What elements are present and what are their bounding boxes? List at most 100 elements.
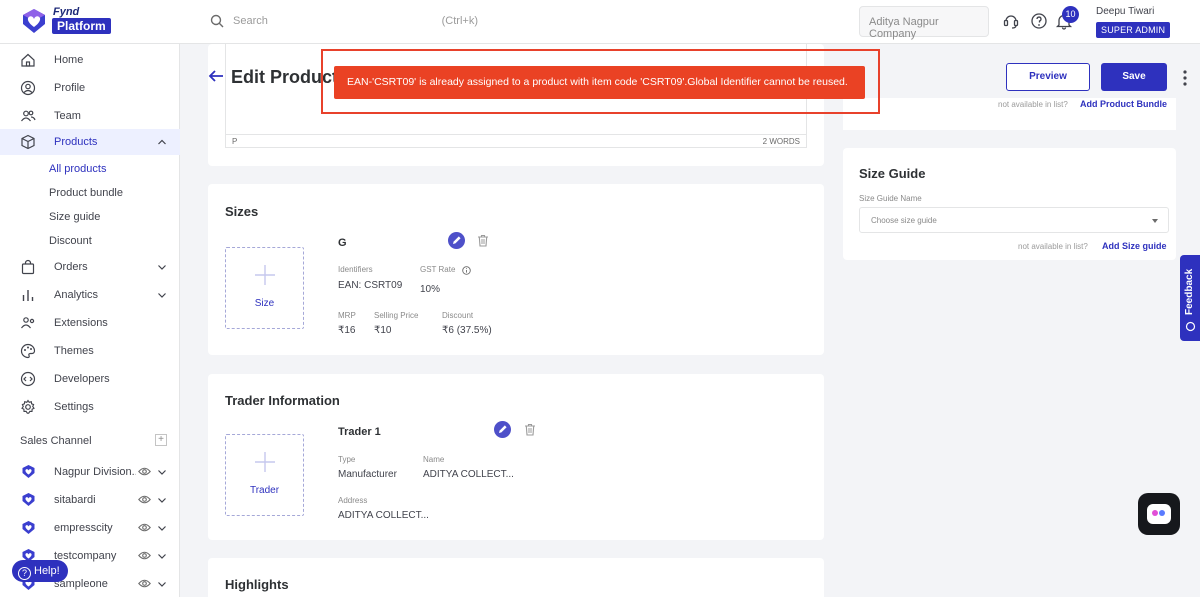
preview-button[interactable]: Preview <box>1006 63 1090 91</box>
highlights-card: Highlights <box>208 558 824 597</box>
logo-text-platform: Platform <box>52 18 111 34</box>
sales-channel-item[interactable]: sitabardi <box>0 488 180 512</box>
chevron-down-icon[interactable] <box>157 579 167 589</box>
sidebar-item-analytics[interactable]: Analytics <box>0 282 180 308</box>
size-guide-placeholder: Choose size guide <box>871 216 937 225</box>
sidebar-item-label: Orders <box>54 261 88 273</box>
sidebar-subitem-product-bundle[interactable]: Product bundle <box>49 187 123 199</box>
sidebar-item-label: Themes <box>54 345 94 357</box>
sales-channel-item[interactable]: Nagpur Division... <box>0 460 180 484</box>
edit-trader-button[interactable] <box>494 421 511 438</box>
trader-address-value: ADITYA COLLECT... <box>338 510 429 521</box>
size-guide-select[interactable]: Choose size guide <box>859 207 1169 233</box>
eye-icon[interactable] <box>138 578 151 589</box>
chevron-down-icon[interactable] <box>157 523 167 533</box>
sidebar-subitem-all-products[interactable]: All products <box>49 163 106 175</box>
gst-rate-value: 10% <box>420 284 441 295</box>
edit-size-button[interactable] <box>448 232 465 249</box>
trader-type-value: Manufacturer <box>338 469 397 480</box>
lightbulb-icon <box>1185 321 1196 332</box>
help-question-icon: ? <box>18 567 31 580</box>
sidebar-item-home[interactable]: Home <box>0 47 180 73</box>
trash-icon[interactable] <box>477 234 489 247</box>
palette-icon <box>20 343 36 359</box>
channel-name: Nagpur Division... <box>54 466 136 478</box>
eye-icon[interactable] <box>138 522 151 533</box>
bundle-not-available-text: not available in list? <box>998 100 1068 109</box>
sidebar-item-profile[interactable]: Profile <box>0 75 180 101</box>
more-options-icon[interactable] <box>1182 69 1188 87</box>
sidebar-item-settings[interactable]: Settings <box>0 394 180 420</box>
help-circle-icon[interactable] <box>1030 12 1048 30</box>
developers-icon <box>20 371 36 387</box>
fynd-logo-icon <box>23 9 45 33</box>
error-toast[interactable]: EAN-'CSRT09' is already assigned to a pr… <box>334 66 865 99</box>
extensions-icon <box>21 317 35 329</box>
sidebar-item-label: Team <box>54 110 81 122</box>
add-trader-button[interactable]: Trader <box>225 434 304 516</box>
sidebar-subitem-size-guide[interactable]: Size guide <box>49 211 100 223</box>
back-arrow-icon[interactable] <box>208 68 224 84</box>
gst-rate-label: GST Rate <box>420 265 456 274</box>
pencil-icon <box>453 236 461 244</box>
chevron-down-icon[interactable] <box>157 551 167 561</box>
size-guide-name-label: Size Guide Name <box>859 194 922 203</box>
eye-icon[interactable] <box>138 466 151 477</box>
size-guide-card: Size Guide Size Guide Name Choose size g… <box>843 148 1176 260</box>
sidebar-item-themes[interactable]: Themes <box>0 338 180 364</box>
trader-name: Trader 1 <box>338 426 381 438</box>
feedback-tab[interactable]: Feedback <box>1180 255 1200 341</box>
chevron-down-icon[interactable] <box>157 495 167 505</box>
plus-icon <box>255 452 275 472</box>
user-name[interactable]: Deepu Tiwari <box>1096 6 1154 17</box>
chevron-down-icon[interactable] <box>157 290 167 300</box>
trader-address-label: Address <box>338 496 368 505</box>
add-product-bundle-link[interactable]: Add Product Bundle <box>1080 99 1167 109</box>
chevron-up-icon[interactable] <box>157 137 167 147</box>
sales-channel-title: Sales Channel <box>20 435 92 447</box>
editor-word-count: 2 WORDS <box>762 137 800 146</box>
info-icon[interactable] <box>462 266 471 275</box>
channel-name: testcompany <box>54 550 117 562</box>
sidebar-item-team[interactable]: Team <box>0 103 180 129</box>
sidebar-item-label: Analytics <box>54 289 99 301</box>
sizes-card: Sizes Size G Identifiers EAN: CSRT09 GST… <box>208 184 824 355</box>
top-bar: Fynd Platform Search (Ctrl+k) Aditya Nag… <box>0 0 1200 44</box>
help-button[interactable]: ? Help! <box>12 560 68 582</box>
add-size-label: Size <box>254 298 275 309</box>
sidebar-item-products[interactable]: Products <box>0 129 180 155</box>
trash-icon[interactable] <box>524 423 536 436</box>
support-icon[interactable] <box>1002 12 1020 30</box>
home-icon <box>21 53 35 67</box>
fynd-platform-logo[interactable]: Fynd Platform <box>20 5 120 37</box>
highlights-title: Highlights <box>225 577 289 592</box>
add-sales-channel-button[interactable]: + <box>155 434 167 446</box>
save-button[interactable]: Save <box>1101 63 1167 91</box>
chat-dot-icon <box>1152 510 1158 516</box>
sidebar-item-orders[interactable]: Orders <box>0 254 180 280</box>
trader-information-title: Trader Information <box>225 393 340 408</box>
add-size-button[interactable]: Size <box>225 247 304 329</box>
error-toast-message: EAN-'CSRT09' is already assigned to a pr… <box>347 76 848 88</box>
sidebar-item-extensions[interactable]: Extensions <box>0 310 180 336</box>
sizes-title: Sizes <box>225 204 259 219</box>
company-selector[interactable]: Aditya Nagpur Company <box>859 6 989 40</box>
chevron-down-icon[interactable] <box>157 467 167 477</box>
chat-assistant-button[interactable] <box>1138 493 1180 535</box>
sidebar-item-developers[interactable]: Developers <box>0 366 180 392</box>
eye-icon[interactable] <box>138 550 151 561</box>
channel-name: sitabardi <box>54 494 96 506</box>
trader-type-label: Type <box>338 455 356 464</box>
add-size-guide-link[interactable]: Add Size guide <box>1102 241 1167 251</box>
selling-price-value: ₹10 <box>374 325 392 336</box>
sales-channel-item[interactable]: empresscity <box>0 516 180 540</box>
eye-icon[interactable] <box>138 494 151 505</box>
mrp-value: ₹16 <box>338 325 356 336</box>
notification-count-badge: 10 <box>1062 6 1079 23</box>
box-icon <box>21 134 35 150</box>
search-input[interactable]: Search (Ctrl+k) <box>200 5 490 37</box>
mrp-label: MRP <box>338 311 356 320</box>
editor-element-path: P <box>232 137 238 146</box>
sidebar-subitem-discount[interactable]: Discount <box>49 235 92 247</box>
chevron-down-icon[interactable] <box>157 262 167 272</box>
